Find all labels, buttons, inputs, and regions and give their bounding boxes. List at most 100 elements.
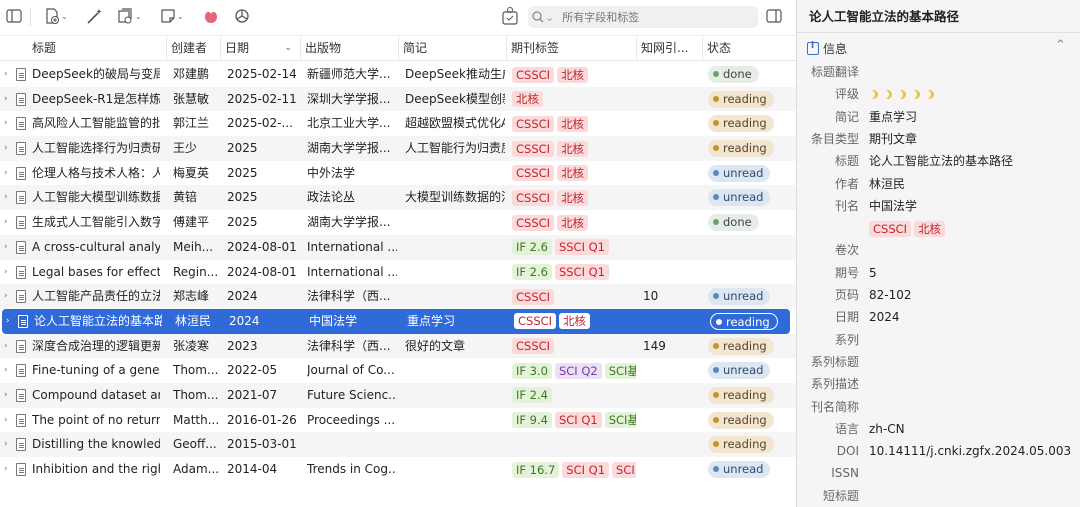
cell-cite	[643, 210, 701, 235]
expand-chevron-icon[interactable]: ›	[6, 309, 10, 334]
table-row[interactable]: › 伦理人格与技术人格：人 梅夏英 2025 中外法学 CSSCI 北核 unread	[0, 161, 796, 186]
table-row[interactable]: › Legal bases for effective Regin... 2024-0…	[0, 260, 796, 285]
cell-status: unread	[708, 358, 794, 383]
table-row[interactable]: › 人工智能产品责任的立法 郑志峰 2024 法律科学（西... CSSCI 10 unrea…	[0, 284, 796, 309]
journal-tag: SCI Q1	[562, 461, 610, 478]
cell-date: 2024-08-01	[227, 264, 297, 279]
expand-chevron-icon[interactable]: ›	[4, 136, 8, 161]
table-row[interactable]: › Fine-tuning of a generat Thom... 2022-05 J…	[0, 358, 796, 383]
field-value[interactable]: 论人工智能立法的基本路径	[869, 150, 1013, 172]
column-status[interactable]: 状态	[702, 36, 796, 61]
expand-chevron-icon[interactable]: ›	[4, 260, 8, 285]
expand-chevron-icon[interactable]: ›	[4, 334, 8, 359]
field-value[interactable]: 2024	[869, 306, 900, 328]
cell-note	[405, 432, 505, 457]
journal-tags: CSSCI 北核	[869, 217, 948, 239]
field-value[interactable]: 82-102	[869, 284, 912, 306]
expand-chevron-icon[interactable]: ›	[4, 111, 8, 136]
cell-status: reading	[708, 111, 794, 136]
field-value[interactable]: 重点学习	[869, 106, 917, 128]
openai-button[interactable]	[234, 6, 250, 26]
column-cnki-citations[interactable]: 知网引...	[636, 36, 702, 61]
collapse-chevron-icon[interactable]: ⌃	[1055, 38, 1066, 53]
table-row[interactable]: › DeepSeek-R1是怎样炼成 张慧敏 2025-02-11 深圳大学学报... D…	[0, 86, 796, 112]
cell-date: 2023	[227, 338, 258, 353]
field-value[interactable]: 5	[869, 262, 877, 284]
expand-chevron-icon[interactable]: ›	[4, 235, 8, 260]
column-journal-tags[interactable]: 期刊标签	[506, 36, 636, 61]
moon-icon[interactable]	[911, 90, 920, 99]
search-mode-caret-icon[interactable]: ⌄	[545, 11, 554, 24]
moon-icon[interactable]	[869, 90, 878, 99]
table-row[interactable]: › Inhibition and the right i Adam... 2014-0…	[0, 457, 796, 482]
table-row[interactable]: › A cross-cultural analysis Meih... 2024-08…	[0, 234, 796, 260]
toggle-sidebar-button[interactable]	[6, 6, 22, 26]
expand-chevron-icon[interactable]: ›	[4, 457, 8, 482]
table-row[interactable]: › The point of no return in Matth... 2016-0…	[0, 408, 796, 433]
field-label: 刊名	[834, 198, 859, 213]
status-badge: reading	[708, 115, 774, 133]
journal-tag: 北核	[557, 66, 589, 83]
expand-chevron-icon[interactable]: ›	[4, 408, 8, 433]
field-value[interactable]: 中国法学	[869, 195, 917, 217]
document-icon	[18, 314, 28, 328]
document-icon	[16, 68, 26, 81]
table-row[interactable]: › Compound dataset and Thom... 2021-07 Futur…	[0, 382, 796, 408]
expand-chevron-icon[interactable]: ›	[4, 185, 8, 210]
column-creator[interactable]: 创建者	[166, 36, 220, 61]
expand-chevron-icon[interactable]: ›	[4, 87, 8, 112]
cell-journal-tags: IF 2.6 SSCI Q1	[512, 260, 636, 285]
column-publication[interactable]: 出版物	[300, 36, 398, 61]
expand-chevron-icon[interactable]: ›	[4, 210, 8, 235]
cell-status: unread	[708, 284, 794, 309]
field-label: 标题	[834, 154, 859, 169]
field-value[interactable]: 期刊文章	[869, 128, 917, 150]
cell-date: 2016-01-26	[227, 412, 297, 427]
new-item-button[interactable]: ⌄	[44, 6, 68, 26]
field-value[interactable]: 林洹民	[869, 173, 905, 195]
table-row[interactable]: › 人工智能大模型训练数据 黄锫 2025 政法论丛 大模型训练数据的法 CSSCI 北核 un…	[0, 185, 796, 211]
moon-icon[interactable]	[925, 90, 934, 99]
journal-tag: CSSCI	[512, 214, 555, 231]
field-value[interactable]: zh-CN	[869, 418, 905, 440]
info-field: 作者 林洹民	[797, 173, 1080, 195]
toggle-item-pane-button[interactable]	[766, 6, 782, 26]
moon-icon[interactable]	[897, 90, 906, 99]
field-value[interactable]: 10.14111/j.cnki.zgfx.2024.05.003	[869, 440, 1071, 462]
rating-moons[interactable]	[869, 83, 939, 105]
expand-chevron-icon[interactable]: ›	[4, 161, 8, 186]
table-row[interactable]: › 人工智能选择行为归责研 王少 2025 湖南大学学报... 人工智能行为归责房 CSSC…	[0, 136, 796, 161]
journal-tag: IF 9.4	[512, 412, 552, 429]
table-row[interactable]: › 论人工智能立法的基本路 林洹民 2024 中国法学 重点学习 CSSCI 北核 readin…	[2, 308, 790, 334]
table-row[interactable]: › 高风险人工智能监管的批 郭江兰 2025-02-... 北京工业大学... 超越欧盟模…	[0, 111, 796, 136]
info-field: 期号 5	[797, 262, 1080, 284]
table-row[interactable]: › DeepSeek的破局与变局: 邓建鹏 2025-02-14 新疆师范大学... De…	[0, 62, 796, 87]
column-title[interactable]: 标题	[28, 36, 166, 61]
new-note-button[interactable]: ⌄	[160, 6, 184, 26]
table-row[interactable]: › 生成式人工智能引入数字 傅建平 2025 湖南大学学报... CSSCI 北核 done	[0, 210, 796, 235]
status-dot-icon	[713, 391, 719, 398]
new-attachment-button[interactable]: ⌄	[116, 6, 142, 26]
info-section-header[interactable]: 信息	[807, 40, 847, 57]
expand-chevron-icon[interactable]: ›	[4, 284, 8, 309]
journal-tag: IF 16.7	[512, 461, 560, 478]
annotate-button[interactable]	[202, 6, 220, 26]
moon-icon[interactable]	[883, 90, 892, 99]
table-row[interactable]: › 深度合成治理的逻辑更新 张凌寒 2023 法律科学（西... 很好的文章 CSSCI 14…	[0, 333, 796, 359]
expand-chevron-icon[interactable]: ›	[4, 62, 8, 87]
pane-toggle-icon	[766, 9, 782, 23]
column-date[interactable]: 日期 ⌄	[220, 36, 300, 61]
expand-chevron-icon[interactable]: ›	[4, 358, 8, 383]
info-field: 日期 2024	[797, 306, 1080, 328]
status-badge: reading	[710, 312, 778, 330]
search-box[interactable]: ⌄	[528, 6, 758, 28]
search-input[interactable]	[562, 10, 753, 24]
table-row[interactable]: › Distilling the knowledge Geoff... 2015-03…	[0, 432, 796, 457]
cell-journal-tags: CSSCI 北核	[514, 309, 638, 334]
add-by-identifier-button[interactable]	[86, 6, 104, 26]
add-tag-button[interactable]	[500, 6, 520, 26]
column-note[interactable]: 简记	[398, 36, 506, 61]
info-field: 刊名简称	[797, 396, 1080, 418]
expand-chevron-icon[interactable]: ›	[4, 432, 8, 457]
expand-chevron-icon[interactable]: ›	[4, 383, 8, 408]
